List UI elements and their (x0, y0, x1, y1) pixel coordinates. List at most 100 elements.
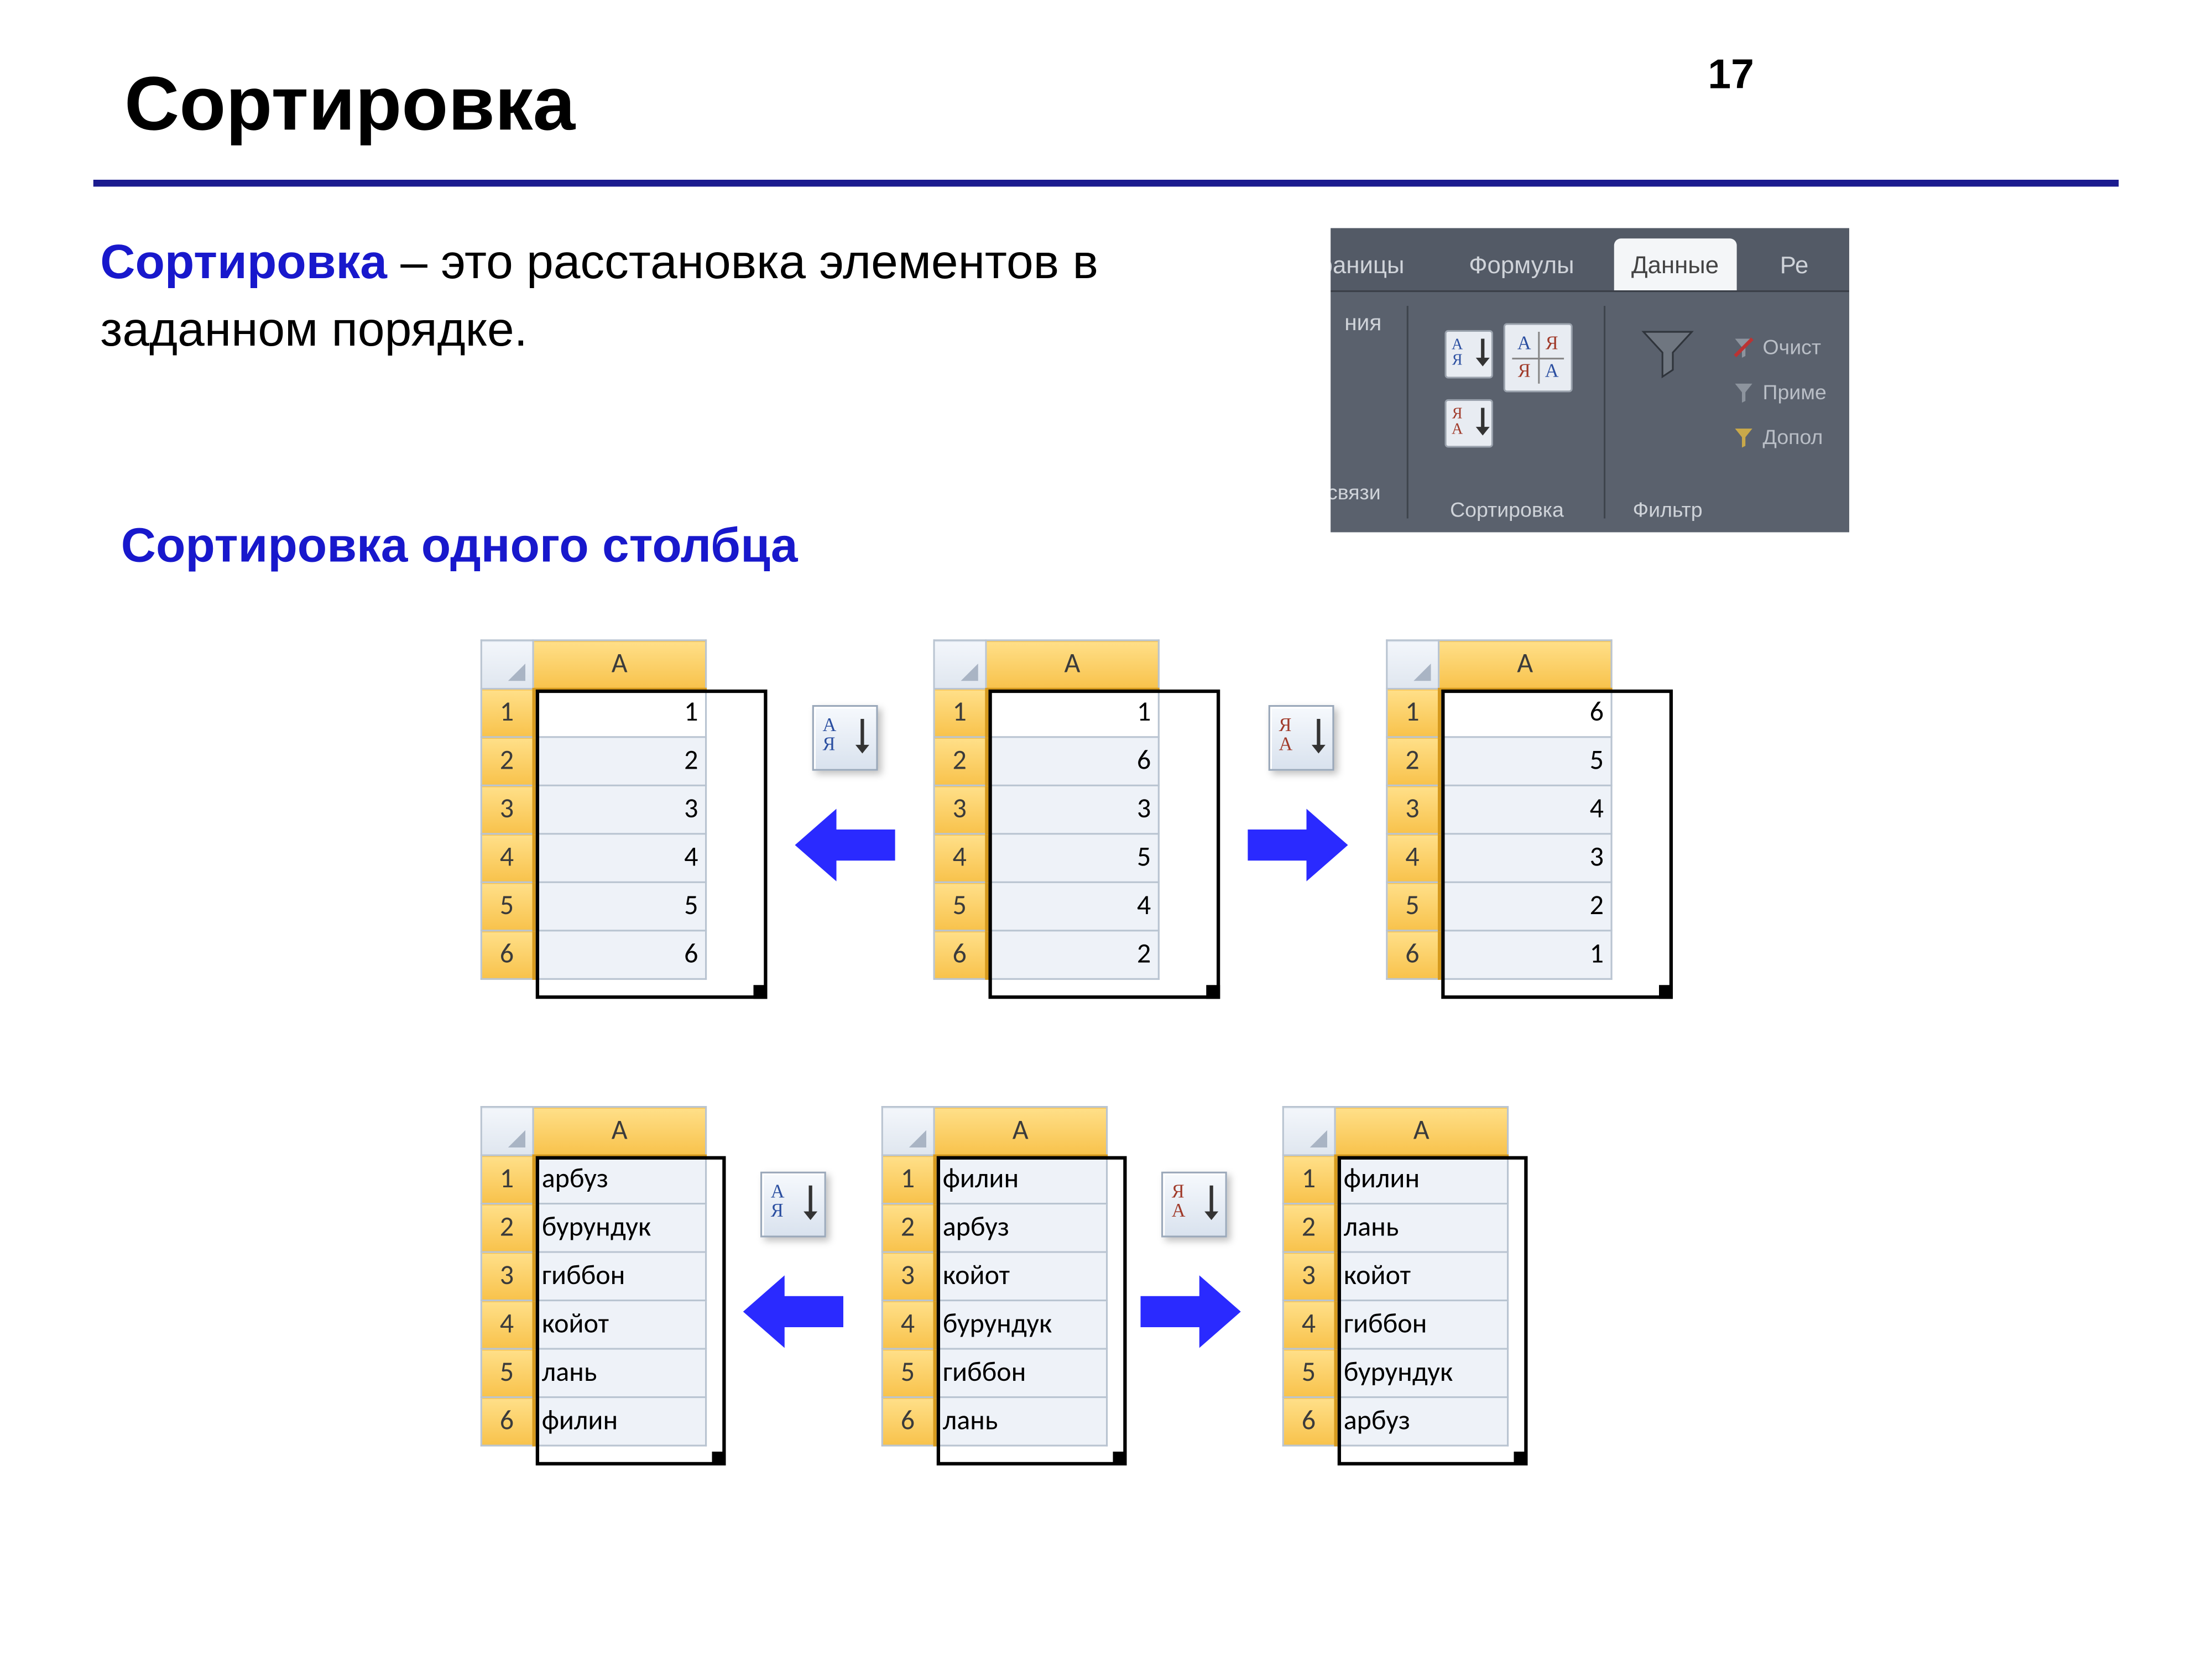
cell[interactable]: 5 (986, 834, 1159, 883)
cell[interactable]: филин (533, 1397, 706, 1446)
sort-asc-button[interactable] (1445, 330, 1494, 379)
cell[interactable]: 6 (1439, 688, 1612, 737)
row-header[interactable]: 4 (481, 1301, 533, 1349)
corner-cell[interactable] (882, 1107, 934, 1156)
row-header[interactable]: 4 (1283, 1301, 1335, 1349)
row-header[interactable]: 5 (1387, 882, 1439, 931)
cell[interactable]: гиббон (934, 1349, 1107, 1397)
cell[interactable]: бурундук (533, 1204, 706, 1253)
selection-handle[interactable] (712, 1452, 726, 1465)
cell[interactable]: бурундук (934, 1301, 1107, 1349)
corner-cell[interactable] (1387, 640, 1439, 689)
col-header-a[interactable]: A (1335, 1107, 1508, 1156)
sort-desc-button[interactable] (1445, 399, 1494, 448)
cell[interactable]: 5 (1439, 737, 1612, 786)
cell[interactable]: 4 (1439, 785, 1612, 834)
cell[interactable]: 3 (1439, 834, 1612, 883)
row-header[interactable]: 3 (481, 785, 533, 834)
selection-handle[interactable] (1514, 1452, 1528, 1465)
row-header[interactable]: 3 (1387, 785, 1439, 834)
cell[interactable]: 1 (533, 688, 706, 737)
selection-handle[interactable] (754, 985, 768, 999)
row-header[interactable]: 2 (481, 737, 533, 786)
row-header[interactable]: 5 (481, 1349, 533, 1397)
col-header-a[interactable]: A (1439, 640, 1612, 689)
cell[interactable]: лань (533, 1349, 706, 1397)
row-header[interactable]: 6 (934, 931, 986, 979)
corner-cell[interactable] (481, 640, 533, 689)
col-header-a[interactable]: A (533, 1107, 706, 1156)
col-header-a[interactable]: A (934, 1107, 1107, 1156)
row-header[interactable]: 5 (934, 882, 986, 931)
row-header[interactable]: 2 (882, 1204, 934, 1253)
row-header[interactable]: 3 (934, 785, 986, 834)
cell[interactable]: 4 (533, 834, 706, 883)
row-header[interactable]: 1 (1387, 688, 1439, 737)
sort-asc-button[interactable] (760, 1172, 826, 1238)
row-header[interactable]: 5 (481, 882, 533, 931)
filter-clear-button[interactable]: Очист (1731, 327, 1849, 368)
col-header-a[interactable]: A (533, 640, 706, 689)
cell[interactable]: арбуз (934, 1204, 1107, 1253)
cell[interactable]: бурундук (1335, 1349, 1508, 1397)
row-header[interactable]: 3 (481, 1252, 533, 1301)
row-header[interactable]: 4 (882, 1301, 934, 1349)
selection-handle[interactable] (1113, 1452, 1127, 1465)
filter-advanced-button[interactable]: Допол (1731, 416, 1849, 458)
filter-reapply-button[interactable]: Приме (1731, 372, 1849, 413)
sort-desc-button[interactable] (1269, 705, 1334, 771)
row-header[interactable]: 1 (882, 1155, 934, 1204)
cell[interactable]: 1 (986, 688, 1159, 737)
corner-cell[interactable] (934, 640, 986, 689)
cell[interactable]: койот (934, 1252, 1107, 1301)
cell[interactable]: лань (1335, 1204, 1508, 1253)
row-header[interactable]: 1 (934, 688, 986, 737)
cell[interactable]: койот (533, 1301, 706, 1349)
row-header[interactable]: 6 (882, 1397, 934, 1446)
ribbon-tab-formulas[interactable]: Формулы (1452, 238, 1592, 290)
cell[interactable]: арбуз (1335, 1397, 1508, 1446)
cell[interactable]: койот (1335, 1252, 1508, 1301)
sort-desc-button[interactable] (1161, 1172, 1227, 1238)
row-header[interactable]: 5 (882, 1349, 934, 1397)
ribbon-tab-fragment-right[interactable]: Ре (1763, 238, 1826, 290)
row-header[interactable]: 2 (481, 1204, 533, 1253)
row-header[interactable]: 1 (481, 688, 533, 737)
row-header[interactable]: 6 (481, 1397, 533, 1446)
corner-cell[interactable] (481, 1107, 533, 1156)
row-header[interactable]: 1 (481, 1155, 533, 1204)
cell[interactable]: 1 (1439, 931, 1612, 979)
row-header[interactable]: 6 (481, 931, 533, 979)
cell[interactable]: арбуз (533, 1155, 706, 1204)
row-header[interactable]: 2 (1283, 1204, 1335, 1253)
sort-asc-button[interactable] (812, 705, 878, 771)
row-header[interactable]: 6 (1283, 1397, 1335, 1446)
cell[interactable]: 6 (986, 737, 1159, 786)
cell[interactable]: лань (934, 1397, 1107, 1446)
row-header[interactable]: 4 (934, 834, 986, 883)
cell[interactable]: 3 (533, 785, 706, 834)
cell[interactable]: 6 (533, 931, 706, 979)
filter-icon[interactable] (1639, 323, 1697, 382)
row-header[interactable]: 1 (1283, 1155, 1335, 1204)
corner-cell[interactable] (1283, 1107, 1335, 1156)
cell[interactable]: 2 (1439, 882, 1612, 931)
row-header[interactable]: 4 (1387, 834, 1439, 883)
row-header[interactable]: 4 (481, 834, 533, 883)
sort-dialog-button[interactable]: АЯЯА (1504, 323, 1573, 392)
row-header[interactable]: 3 (1283, 1252, 1335, 1301)
selection-handle[interactable] (1659, 985, 1673, 999)
ribbon-tab-fragment[interactable]: страницы (1331, 238, 1421, 290)
cell[interactable]: гиббон (533, 1252, 706, 1301)
row-header[interactable]: 3 (882, 1252, 934, 1301)
cell[interactable]: 2 (986, 931, 1159, 979)
row-header[interactable]: 6 (1387, 931, 1439, 979)
cell[interactable]: 4 (986, 882, 1159, 931)
row-header[interactable]: 2 (1387, 737, 1439, 786)
selection-handle[interactable] (1206, 985, 1220, 999)
cell[interactable]: 3 (986, 785, 1159, 834)
ribbon-tab-data[interactable]: Данные (1614, 238, 1736, 290)
row-header[interactable]: 5 (1283, 1349, 1335, 1397)
row-header[interactable]: 2 (934, 737, 986, 786)
cell[interactable]: филин (934, 1155, 1107, 1204)
